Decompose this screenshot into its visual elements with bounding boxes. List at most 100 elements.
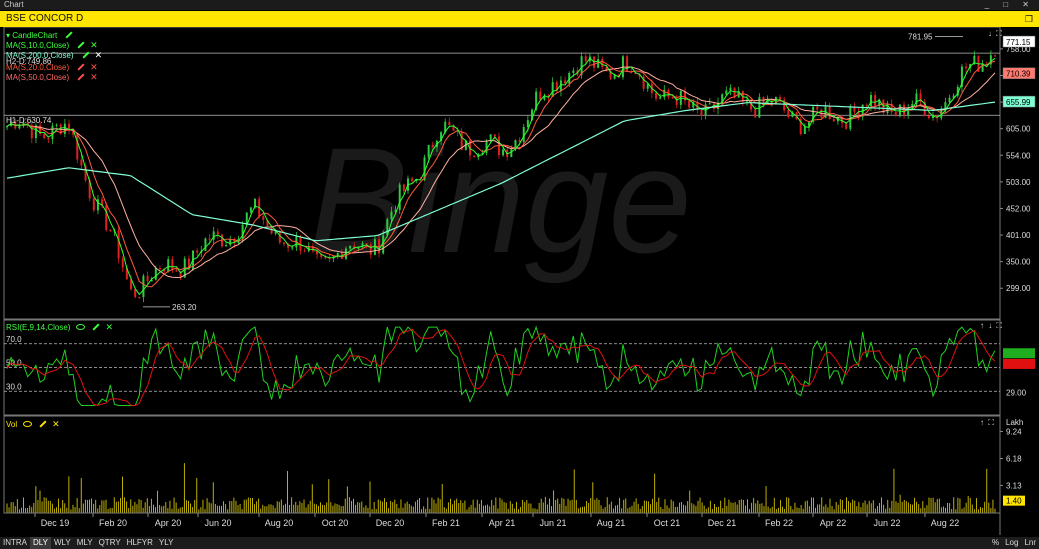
close-icon[interactable]: ✕ xyxy=(105,322,113,332)
price-tick-label: 452.00 xyxy=(1006,204,1031,213)
window-titlebar: Chart _ □ ✕ xyxy=(0,0,1039,10)
price-tick-label: 554.00 xyxy=(1006,151,1031,160)
candle-body xyxy=(291,247,294,249)
scale-percent[interactable]: % xyxy=(992,538,999,547)
restore-icon[interactable]: ❐ xyxy=(1025,11,1033,27)
tab-intra[interactable]: INTRA xyxy=(0,537,30,549)
edit-icon[interactable] xyxy=(82,51,90,59)
price-badge-label: 655.99 xyxy=(1006,98,1031,107)
rsi-line xyxy=(6,325,996,406)
x-tick-label: Jun 21 xyxy=(539,518,566,528)
candle-body xyxy=(328,258,331,260)
x-tick-label: Aug 20 xyxy=(265,518,294,528)
edit-icon[interactable] xyxy=(77,73,85,81)
rsi-level-label: 70.0 xyxy=(6,335,22,344)
edit-icon[interactable] xyxy=(77,63,85,71)
tab-wly[interactable]: WLY xyxy=(51,537,74,549)
candle-body xyxy=(626,56,629,72)
tab-hlfyr[interactable]: HLFYR xyxy=(124,537,156,549)
vol-tick-label: 9.24 xyxy=(1006,428,1022,437)
candle-body xyxy=(663,89,666,98)
candle-body xyxy=(196,250,199,253)
close-icon[interactable]: ✕ xyxy=(90,62,98,72)
close-icon[interactable]: ✕ xyxy=(52,419,60,429)
panel-controls-rsi[interactable]: ↑ ↓ ⛶ xyxy=(980,321,1003,331)
x-tick-label: Jun 20 xyxy=(204,518,231,528)
x-tick-label: Apr 20 xyxy=(155,518,182,528)
x-tick-label: Feb 22 xyxy=(765,518,793,528)
candle-body xyxy=(142,275,145,298)
candle-body xyxy=(448,121,451,126)
price-tick-label: 401.00 xyxy=(1006,231,1031,240)
chart-canvas[interactable]: Binge758.00707.00656.00605.00554.00503.0… xyxy=(0,27,1039,537)
candle-body xyxy=(43,133,46,139)
candle-body xyxy=(175,269,178,272)
close-icon[interactable]: ✕ xyxy=(90,40,98,50)
candle-body xyxy=(171,259,174,270)
rsi-level-label: 30.0 xyxy=(6,382,22,391)
ma10-label: MA(S,10.0,Close) xyxy=(6,41,70,50)
eye-icon[interactable] xyxy=(23,421,33,428)
watermark: Binge xyxy=(308,116,692,284)
candle-body xyxy=(898,104,901,117)
rsi-badge xyxy=(1003,348,1035,359)
ma20-label: MA(S,20.0,Close) xyxy=(6,63,70,72)
panel-frame-2 xyxy=(3,415,1001,514)
candle-body xyxy=(249,207,252,213)
tab-yly[interactable]: YLY xyxy=(156,537,177,549)
candle-body xyxy=(828,106,831,120)
candle-body xyxy=(865,104,868,106)
price-badge-label: 710.39 xyxy=(1006,70,1031,79)
candle-body xyxy=(948,97,951,103)
x-tick-label: Feb 20 xyxy=(99,518,127,528)
price-tick-label: 605.00 xyxy=(1006,125,1031,134)
scale-log[interactable]: Log xyxy=(1005,538,1018,547)
tab-mly[interactable]: MLY xyxy=(74,537,96,549)
edit-icon[interactable] xyxy=(65,31,73,39)
candle-body xyxy=(729,87,732,91)
candle-label: CandleChart xyxy=(12,31,58,40)
candle-body xyxy=(725,90,728,95)
scale-lnr[interactable]: Lnr xyxy=(1024,538,1036,547)
candle-body xyxy=(779,97,782,100)
tab-dly[interactable]: DLY xyxy=(30,537,51,549)
close-icon[interactable]: ✕ xyxy=(90,72,98,82)
indicator-rsi[interactable]: RSI(E,9,14,Close) ✕ xyxy=(6,322,113,333)
edit-icon[interactable] xyxy=(39,420,47,428)
candle-body xyxy=(167,259,170,272)
candle-body xyxy=(965,66,968,69)
vol-unit-label: Lakh xyxy=(1006,418,1023,427)
candle-body xyxy=(787,110,790,117)
candle-body xyxy=(708,103,711,105)
vol-tick-label: 6.18 xyxy=(1006,455,1022,464)
close-icon[interactable]: ✕ xyxy=(95,50,103,60)
x-tick-label: Dec 20 xyxy=(376,518,405,528)
candle-body xyxy=(874,95,877,107)
chart-header: BSE CONCOR D ❐ xyxy=(0,11,1039,27)
tab-qtry[interactable]: QTRY xyxy=(96,537,124,549)
candle-body xyxy=(154,267,157,280)
panel-controls-vol[interactable]: ↑ ⛶ xyxy=(980,418,995,428)
edit-icon[interactable] xyxy=(92,323,101,331)
candle-body xyxy=(688,100,691,108)
eye-icon[interactable] xyxy=(76,324,86,331)
candle-body xyxy=(225,244,228,247)
indicator-vol[interactable]: Vol ✕ xyxy=(6,419,60,430)
candle-body xyxy=(303,250,306,252)
panel-controls-price[interactable]: ↓ ⛶ xyxy=(988,29,1003,39)
candle-body xyxy=(754,109,757,118)
candle-body xyxy=(282,242,285,245)
indicator-candle[interactable]: ▾ CandleChart xyxy=(6,31,78,40)
candle-body xyxy=(659,97,662,99)
timeframe-bar: INTRA DLY WLY MLY QTRY HLFYR YLY % Log Lnr xyxy=(0,537,1039,549)
candle-body xyxy=(229,239,232,245)
edit-icon[interactable] xyxy=(77,41,85,49)
window-controls[interactable]: _ □ ✕ xyxy=(985,0,1035,10)
x-tick-label: Oct 20 xyxy=(322,518,349,528)
candle-body xyxy=(390,211,393,220)
candle-body xyxy=(502,149,505,156)
candle-body xyxy=(398,184,401,211)
indicator-ma50[interactable]: MA(S,50.0,Close) ✕ xyxy=(6,72,98,83)
candle-body xyxy=(216,231,219,235)
candle-body xyxy=(427,144,430,158)
